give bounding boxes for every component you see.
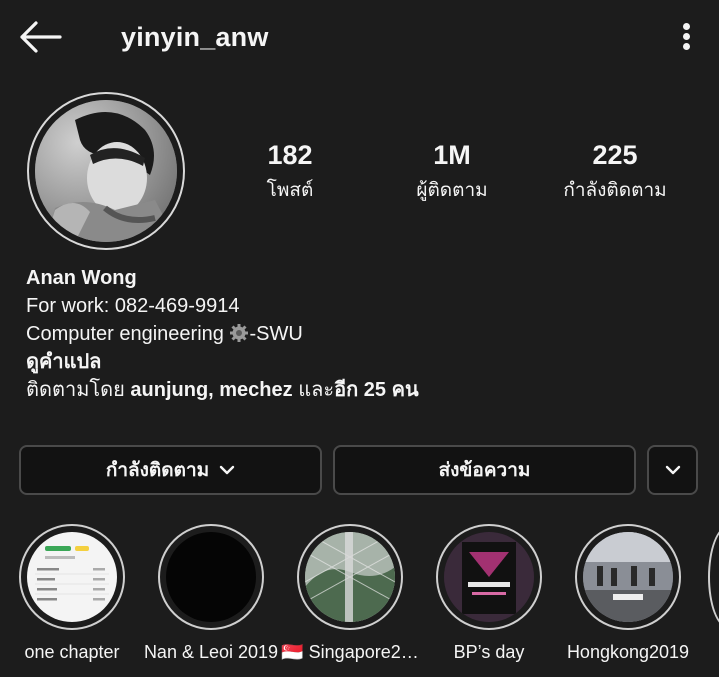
- posts-count[interactable]: 182 โพสต์: [215, 140, 365, 205]
- story-highlight[interactable]: 🇸🇬 Singapore2…: [280, 524, 420, 663]
- story-highlight[interactable]: Nan & Leoi 2019: [141, 524, 281, 663]
- posts-count-label: โพสต์: [266, 180, 314, 201]
- story-highlight[interactable]: BP’s day: [419, 524, 559, 663]
- highlight-cover-ring: [436, 524, 542, 630]
- profile-username: yinyin_anw: [121, 22, 269, 52]
- profile-avatar[interactable]: [27, 92, 185, 250]
- bio-line-education-suffix: -SWU: [249, 323, 303, 345]
- followers-count[interactable]: 1M ผู้ติดตาม: [377, 140, 527, 205]
- following-button[interactable]: กำลังติดตาม: [19, 445, 322, 495]
- highlight-cover-ring: [158, 524, 264, 630]
- highlight-label: BP’s day: [453, 642, 525, 662]
- followed-by-and: และ: [292, 379, 335, 401]
- profile-bio: Anan Wong For work: 082-469-9914 Compute…: [26, 264, 419, 404]
- highlight-cover-ring: [19, 524, 125, 630]
- highlight-label: Hongkong2019: [566, 642, 690, 662]
- story-highlight-partial[interactable]: [708, 526, 719, 628]
- bio-line-education-text: Computer engineering: [26, 323, 230, 345]
- following-count-value: 225: [592, 140, 638, 170]
- see-translation-link[interactable]: ดูคำแปล: [26, 348, 419, 376]
- followed-by-more: อีก 25 คน: [334, 379, 419, 401]
- followers-count-label: ผู้ติดตาม: [416, 180, 488, 201]
- story-highlight[interactable]: Hongkong2019: [558, 524, 698, 663]
- following-count-label: กำลังติดตาม: [563, 180, 667, 201]
- highlight-cover-image: [583, 532, 673, 622]
- highlight-cover-ring: [297, 524, 403, 630]
- suggested-accounts-button[interactable]: [647, 445, 698, 495]
- posts-count-value: 182: [267, 140, 313, 170]
- story-highlight[interactable]: one chapter: [2, 524, 142, 663]
- gear-icon: [229, 323, 249, 343]
- followers-count-value: 1M: [433, 140, 471, 170]
- highlight-cover-ring: [575, 524, 681, 630]
- highlight-label: 🇸🇬 Singapore2…: [281, 642, 419, 662]
- highlight-label: one chapter: [24, 642, 120, 662]
- avatar-photo: [35, 100, 177, 242]
- highlight-cover-image: [444, 532, 534, 622]
- message-button-label: ส่งข้อความ: [438, 460, 531, 481]
- highlight-label: Nan & Leoi 2019: [143, 642, 279, 662]
- following-button-label: กำลังติดตาม: [105, 460, 210, 481]
- chevron-down-icon: [665, 465, 680, 475]
- followed-by-users: aunjung, mechez: [130, 379, 293, 401]
- back-arrow-icon[interactable]: [18, 20, 62, 54]
- following-count[interactable]: 225 กำลังติดตาม: [540, 140, 690, 205]
- message-button[interactable]: ส่งข้อความ: [333, 445, 636, 495]
- followed-by[interactable]: ติดตามโดย aunjung, mechez และอีก 25 คน: [26, 376, 419, 404]
- bio-line-work: For work: 082-469-9914: [26, 295, 240, 317]
- highlight-cover-image: [305, 532, 395, 622]
- bio-line-education: Computer engineering -SWU: [26, 320, 419, 348]
- highlight-cover-image: [27, 532, 117, 622]
- profile-name: Anan Wong: [26, 267, 137, 289]
- more-options-icon[interactable]: [674, 20, 698, 54]
- highlight-cover-image: [166, 532, 256, 622]
- top-bar: yinyin_anw: [0, 0, 719, 76]
- followed-by-prefix: ติดตามโดย: [26, 379, 131, 401]
- chevron-down-icon: [219, 465, 235, 475]
